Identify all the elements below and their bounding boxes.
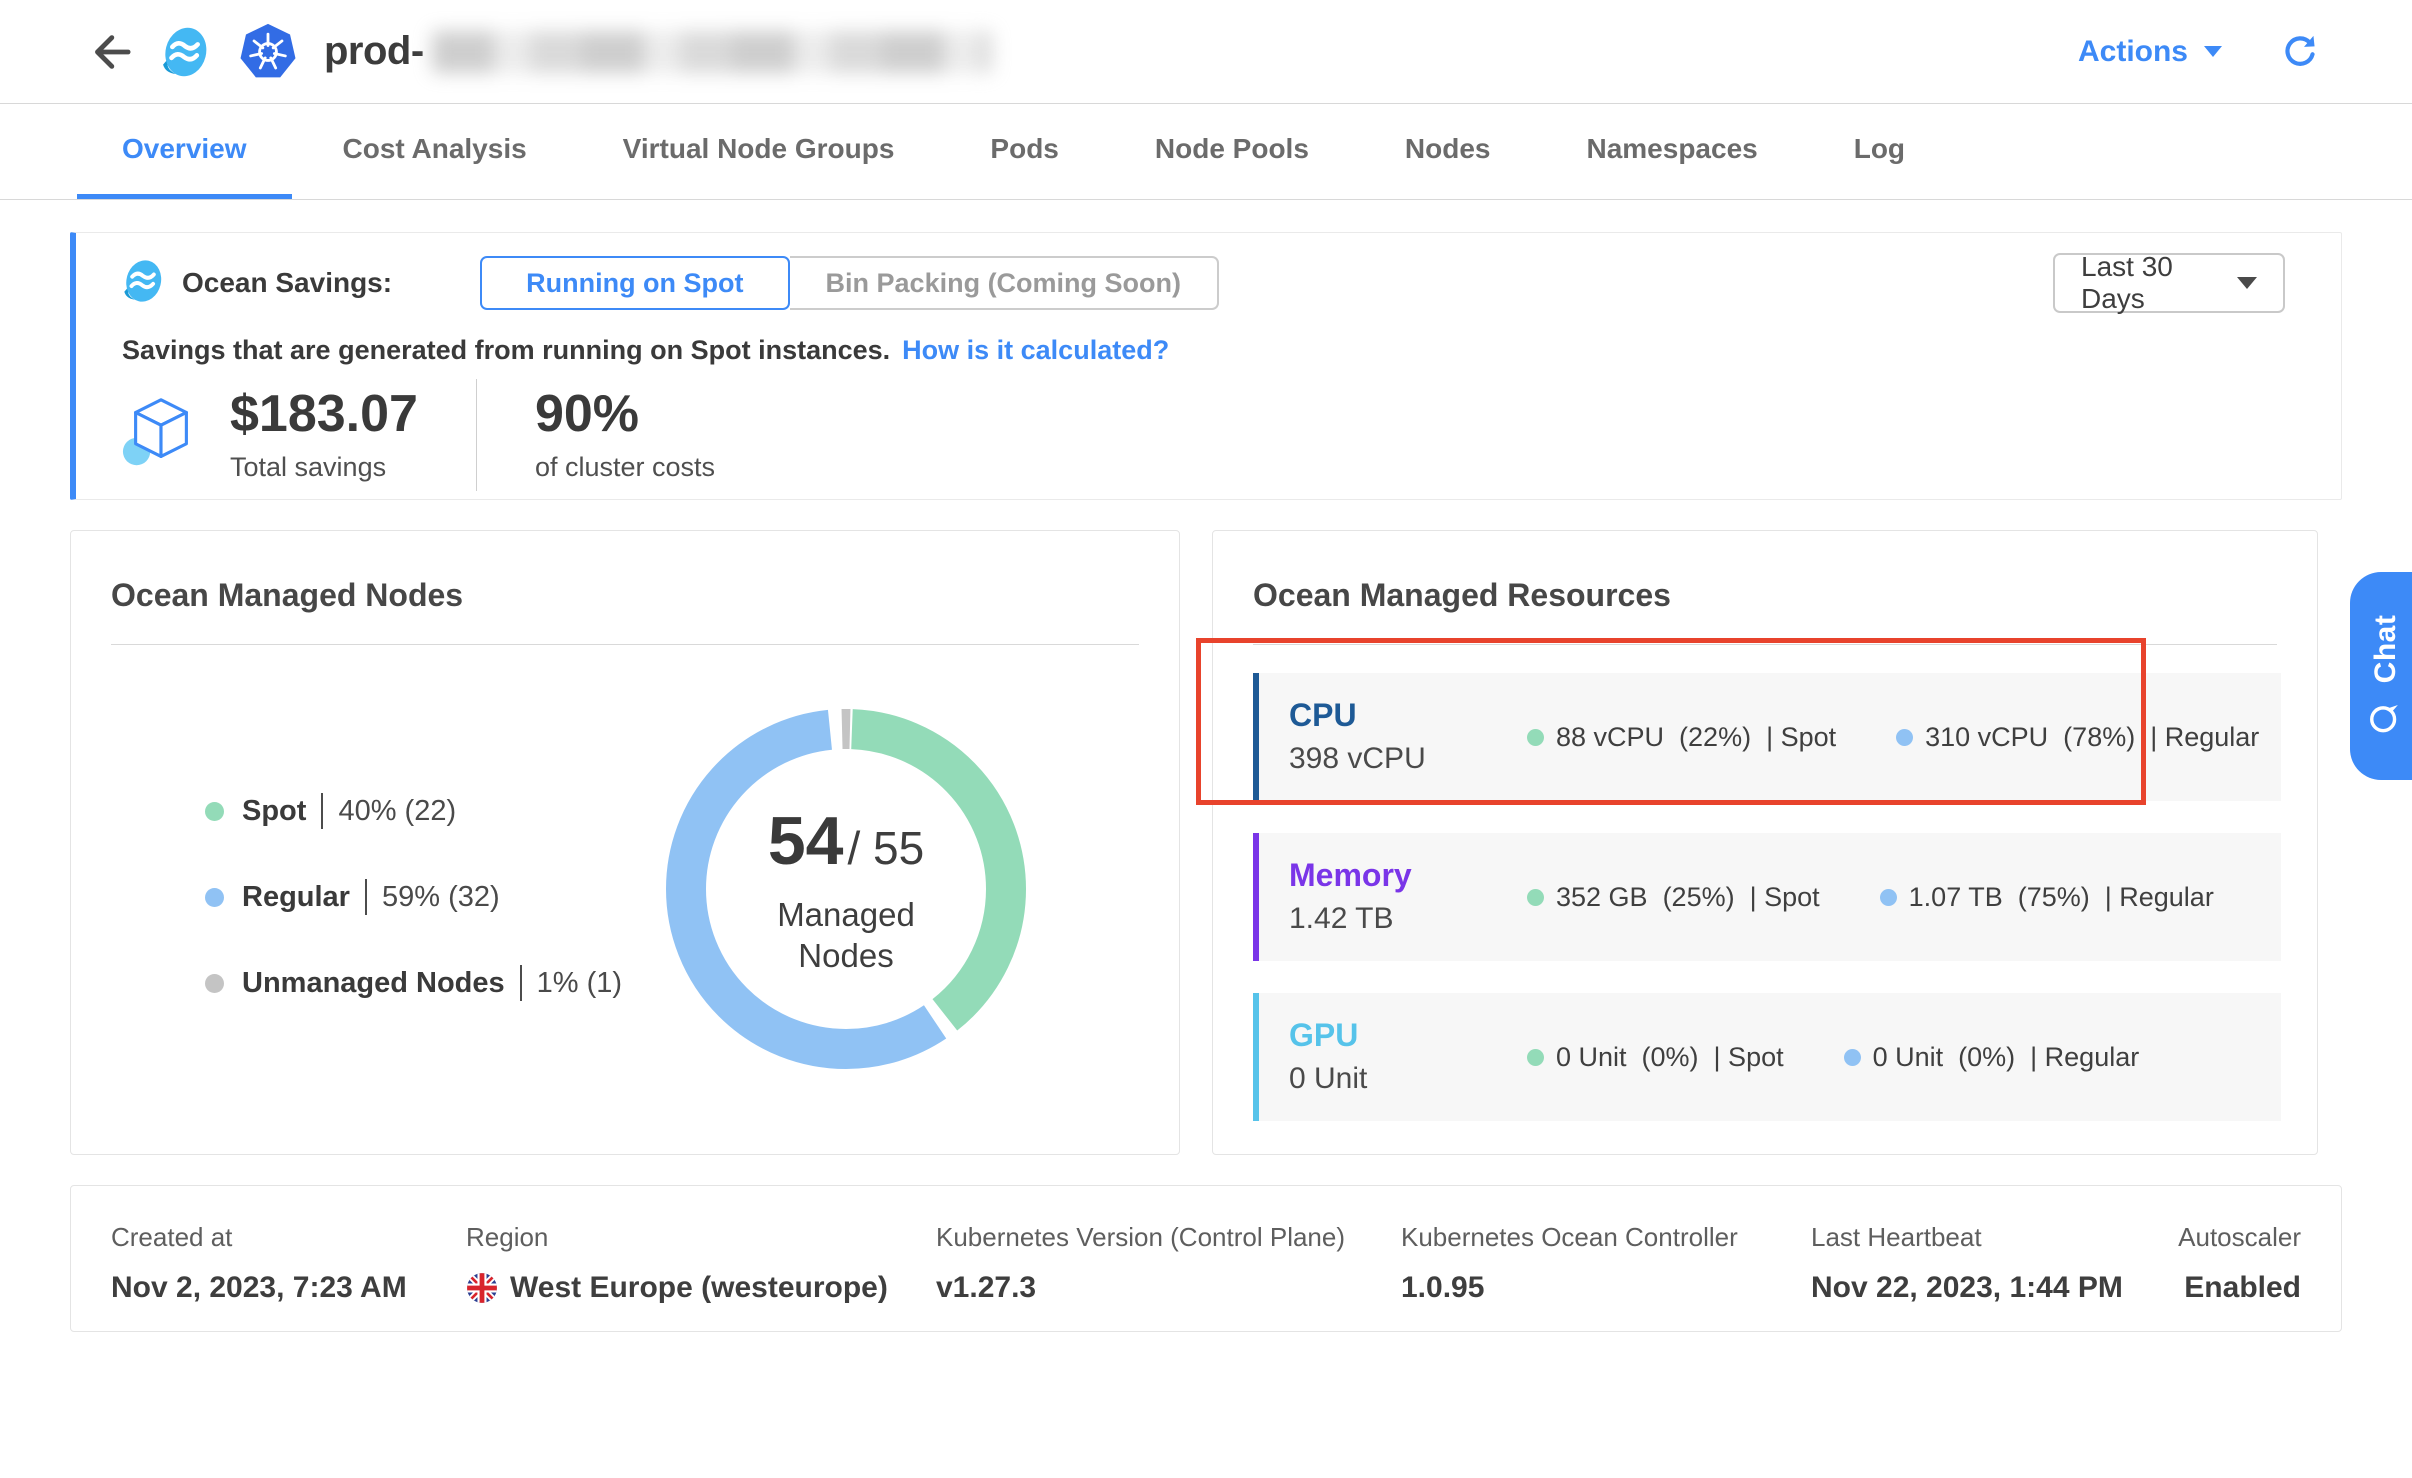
regular-dot <box>1880 889 1897 906</box>
actions-button[interactable]: Actions <box>2078 35 2222 69</box>
chat-button[interactable]: Chat <box>2350 572 2412 780</box>
chat-label: Chat <box>2369 615 2403 684</box>
resource-row-cpu: CPU 398 vCPU 88 vCPU (22%) | Spot 310 vC… <box>1253 673 2281 801</box>
resource-row-gpu: GPU 0 Unit 0 Unit (0%) | Spot 0 Unit (0%… <box>1253 993 2281 1121</box>
ocean-managed-resources-card: Ocean Managed Resources CPU 398 vCPU 88 … <box>1212 530 2318 1155</box>
gpu-spot-stat: 0 Unit (0%) | Spot <box>1527 1042 1784 1073</box>
ocean-managed-nodes-card: Ocean Managed Nodes Spot 40% (22) Regula… <box>70 530 1180 1155</box>
tab-namespaces[interactable]: Namespaces <box>1541 104 1802 199</box>
spot-dot <box>205 802 224 821</box>
ocean-savings-panel: Ocean Savings: Running on Spot Bin Packi… <box>70 232 2342 500</box>
period-select-value: Last 30 Days <box>2081 251 2237 315</box>
savings-cube-icon <box>120 392 202 479</box>
chat-bubble-icon <box>2367 699 2405 737</box>
footer-autoscaler: Autoscaler Enabled <box>2178 1222 2301 1331</box>
managed-resources-title: Ocean Managed Resources <box>1253 577 1671 614</box>
cpu-spot-stat: 88 vCPU (22%) | Spot <box>1527 722 1836 753</box>
footer-ocean-controller: Kubernetes Ocean Controller 1.0.95 <box>1401 1222 1811 1331</box>
memory-total: 1.42 TB <box>1289 902 1527 936</box>
legend-item-spot: Spot 40% (22) <box>205 789 622 833</box>
savings-percent-value: 90% <box>535 387 715 442</box>
memory-regular-stat: 1.07 TB (75%) | Regular <box>1880 882 2214 913</box>
memory-label: Memory <box>1289 858 1527 893</box>
managed-nodes-donut-chart: 54 / 55 Managed Nodes <box>666 709 1026 1069</box>
uk-flag-icon <box>466 1272 498 1304</box>
header: prod- Actions <box>0 0 2412 104</box>
legend-item-unmanaged: Unmanaged Nodes 1% (1) <box>205 961 622 1005</box>
cluster-name-prefix: prod- <box>324 29 424 74</box>
gpu-total: 0 Unit <box>1289 1062 1527 1096</box>
divider <box>476 379 477 491</box>
nodes-legend: Spot 40% (22) Regular 59% (32) Unmanaged… <box>205 789 622 1047</box>
footer-region: Region West Europe (westeurope) <box>466 1222 936 1331</box>
savings-toggle: Running on Spot Bin Packing (Coming Soon… <box>480 256 1219 310</box>
tab-cost-analysis[interactable]: Cost Analysis <box>298 104 572 199</box>
total-savings-label: Total savings <box>230 452 418 483</box>
bin-packing-toggle[interactable]: Bin Packing (Coming Soon) <box>790 256 1220 310</box>
savings-description: Savings that are generated from running … <box>122 335 1169 366</box>
ocean-wave-icon <box>120 258 166 309</box>
back-button[interactable] <box>84 28 132 76</box>
cluster-name-redacted <box>432 31 992 73</box>
resource-row-memory: Memory 1.42 TB 352 GB (25%) | Spot 1.07 … <box>1253 833 2281 961</box>
total-savings-value: $183.07 <box>230 387 418 442</box>
cpu-total: 398 vCPU <box>1289 742 1527 776</box>
divider <box>321 793 323 829</box>
divider <box>365 879 367 915</box>
chevron-down-icon <box>2237 277 2257 289</box>
footer-created-at: Created at Nov 2, 2023, 7:23 AM <box>111 1222 466 1331</box>
tab-nodes[interactable]: Nodes <box>1360 104 1536 199</box>
gpu-regular-stat: 0 Unit (0%) | Regular <box>1844 1042 2140 1073</box>
savings-percent-label: of cluster costs <box>535 452 715 483</box>
actions-label: Actions <box>2078 35 2188 69</box>
divider <box>1253 644 2277 645</box>
gpu-label: GPU <box>1289 1018 1527 1053</box>
back-arrow-icon <box>85 29 131 75</box>
tab-overview[interactable]: Overview <box>77 104 292 199</box>
regular-dot <box>1896 729 1913 746</box>
spot-dot <box>1527 729 1544 746</box>
managed-nodes-title: Ocean Managed Nodes <box>111 577 463 614</box>
tab-bar: Overview Cost Analysis Virtual Node Grou… <box>0 104 2412 200</box>
kubernetes-logo-icon <box>238 22 298 82</box>
donut-center-label: 54 / 55 Managed Nodes <box>666 709 1026 1069</box>
ocean-logo-icon <box>158 25 212 79</box>
unmanaged-dot <box>205 974 224 993</box>
tab-pods[interactable]: Pods <box>945 104 1103 199</box>
tab-virtual-node-groups[interactable]: Virtual Node Groups <box>578 104 940 199</box>
footer-last-heartbeat: Last Heartbeat Nov 22, 2023, 1:44 PM <box>1811 1222 2156 1331</box>
cpu-label: CPU <box>1289 698 1527 733</box>
chevron-down-icon <box>2204 46 2222 57</box>
cpu-regular-stat: 310 vCPU (78%) | Regular <box>1896 722 2259 753</box>
ocean-cluster-overview-page: prod- Actions Overview Cost Analysis Vir… <box>0 0 2412 1478</box>
tab-node-pools[interactable]: Node Pools <box>1110 104 1354 199</box>
regular-dot <box>205 888 224 907</box>
memory-spot-stat: 352 GB (25%) | Spot <box>1527 882 1820 913</box>
tab-log[interactable]: Log <box>1809 104 1950 199</box>
ocean-savings-label: Ocean Savings: <box>182 267 392 299</box>
running-on-spot-toggle[interactable]: Running on Spot <box>480 256 789 310</box>
period-select[interactable]: Last 30 Days <box>2053 253 2285 313</box>
footer-k8s-version: Kubernetes Version (Control Plane) v1.27… <box>936 1222 1401 1331</box>
spot-dot <box>1527 1049 1544 1066</box>
regular-dot <box>1844 1049 1861 1066</box>
page-title: prod- <box>324 29 992 74</box>
divider <box>111 644 1139 645</box>
refresh-icon[interactable] <box>2280 32 2320 72</box>
how-calculated-link[interactable]: How is it calculated? <box>902 335 1169 365</box>
legend-item-regular: Regular 59% (32) <box>205 875 622 919</box>
divider <box>520 965 522 1001</box>
spot-dot <box>1527 889 1544 906</box>
cluster-info-bar: Created at Nov 2, 2023, 7:23 AM Region <box>70 1185 2342 1332</box>
